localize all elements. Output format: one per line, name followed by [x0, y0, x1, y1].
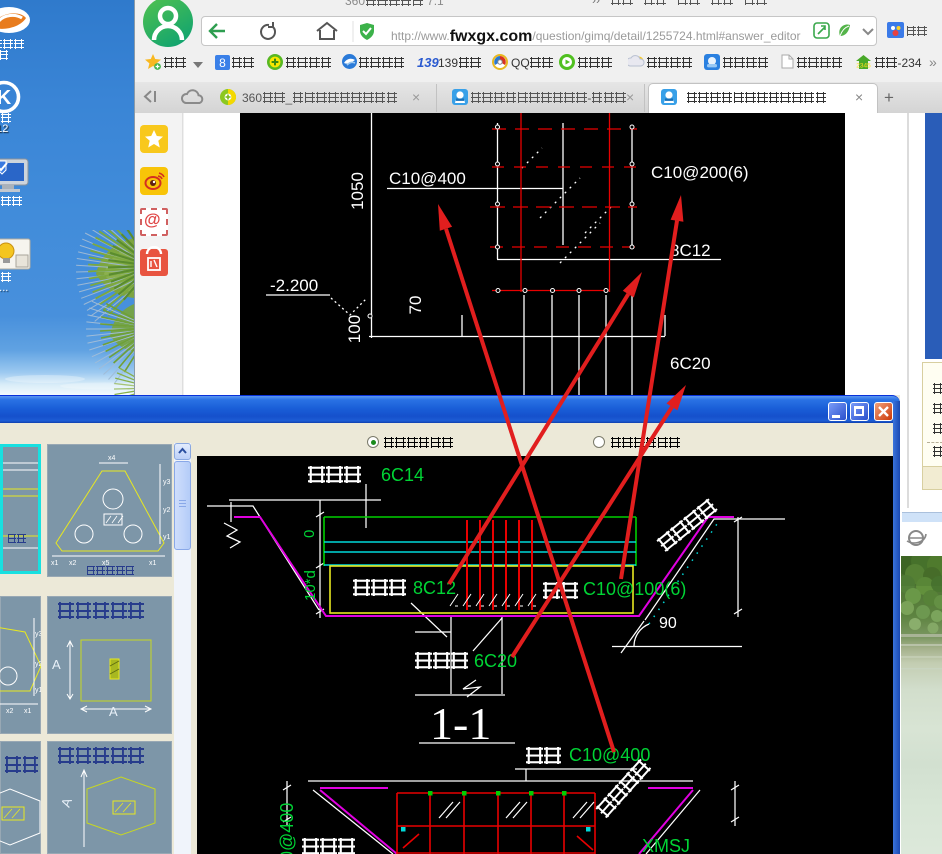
svg-text:C10@400: C10@400: [569, 745, 650, 765]
svg-text:C10@400: C10@400: [277, 803, 297, 854]
svg-text:x4: x4: [108, 455, 116, 462]
svg-text:6C14: 6C14: [381, 465, 424, 485]
svg-text:1050: 1050: [348, 172, 367, 210]
svg-text:x1: x1: [24, 708, 32, 715]
svg-text:x1: x1: [149, 560, 157, 567]
svg-text:x1: x1: [51, 560, 59, 567]
svg-text:2345: 2345: [856, 63, 871, 70]
svg-text:y3: y3: [35, 631, 41, 638]
svg-text:C10@400: C10@400: [389, 169, 466, 188]
svg-text:C10@200(6): C10@200(6): [651, 163, 749, 182]
svg-text:8C12: 8C12: [670, 241, 711, 260]
svg-text:10*d: 10*d: [302, 570, 319, 601]
svg-text:y2: y2: [163, 507, 171, 514]
svg-text:XMSJ: XMSJ: [642, 836, 690, 854]
svg-text:y3: y3: [163, 479, 171, 486]
svg-text:x2: x2: [6, 708, 14, 715]
svg-text:C10@100(6): C10@100(6): [583, 579, 686, 599]
svg-text:x2: x2: [69, 560, 77, 567]
svg-text:90: 90: [659, 615, 677, 632]
svg-text:y2: y2: [35, 661, 41, 668]
svg-text:70: 70: [406, 296, 425, 315]
svg-text:y1: y1: [35, 687, 41, 694]
svg-text:-2.200: -2.200: [270, 276, 318, 295]
svg-text:y1: y1: [163, 534, 171, 541]
svg-text:8C12: 8C12: [413, 578, 456, 598]
svg-text:6C20: 6C20: [670, 354, 711, 373]
svg-text:0: 0: [301, 530, 318, 538]
svg-text:100: 100: [345, 315, 364, 343]
svg-text:K: K: [0, 87, 12, 109]
svg-text:8: 8: [219, 56, 226, 70]
svg-text:6C20: 6C20: [474, 651, 517, 671]
svg-text:1-1: 1-1: [430, 698, 491, 749]
